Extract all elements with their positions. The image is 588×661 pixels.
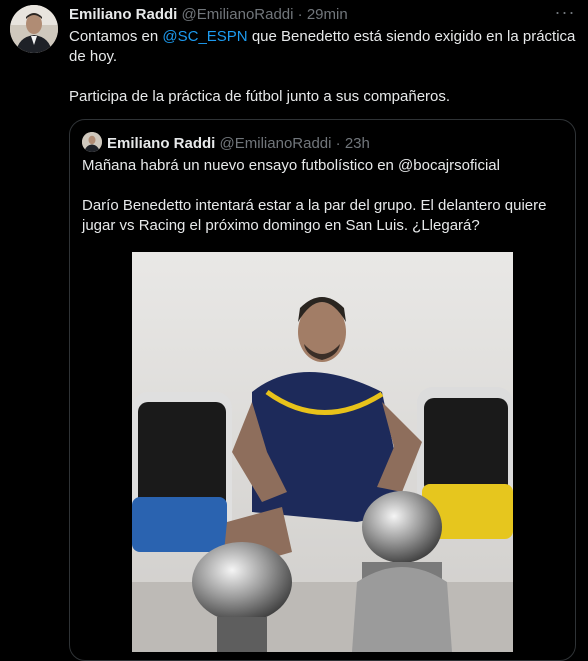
- author-handle[interactable]: @EmilianoRaddi: [182, 6, 294, 23]
- quoted-author-name: Emiliano Raddi: [107, 135, 216, 152]
- more-icon[interactable]: ···: [548, 1, 582, 27]
- mention-link[interactable]: @SC_ESPN: [162, 28, 247, 45]
- quoted-author-avatar: [82, 132, 102, 152]
- separator: ·: [297, 6, 303, 23]
- quoted-text: Mañana habrá un nuevo ensayo futbolístic…: [82, 156, 562, 236]
- quoted-paragraph: Darío Benedetto intentará estar a la par…: [82, 197, 547, 234]
- tweet-text: Contamos en @SC_ESPN que Benedetto está …: [69, 27, 581, 107]
- quoted-timestamp: 23h: [344, 135, 370, 152]
- author-name[interactable]: Emiliano Raddi: [69, 6, 177, 23]
- quoted-header: Emiliano Raddi @EmilianoRaddi · 23h: [82, 132, 370, 154]
- quoted-author-handle: @EmilianoRaddi: [219, 135, 332, 152]
- author-avatar[interactable]: [10, 5, 58, 53]
- tweet-paragraph: Participa de la práctica de fútbol junto…: [69, 88, 451, 105]
- separator: ·: [335, 135, 341, 152]
- tweet-text-part: Contamos en: [69, 28, 163, 45]
- quoted-paragraph: Mañana habrá un nuevo ensayo futbolístic…: [82, 157, 500, 174]
- quoted-photo[interactable]: [132, 252, 513, 652]
- timestamp[interactable]: 29min: [307, 6, 348, 23]
- tweet[interactable]: Emiliano Raddi @EmilianoRaddi · 29min ··…: [0, 0, 588, 661]
- tweet-header: Emiliano Raddi @EmilianoRaddi · 29min: [69, 5, 348, 25]
- quoted-tweet[interactable]: Emiliano Raddi @EmilianoRaddi · 23h Maña…: [69, 119, 576, 661]
